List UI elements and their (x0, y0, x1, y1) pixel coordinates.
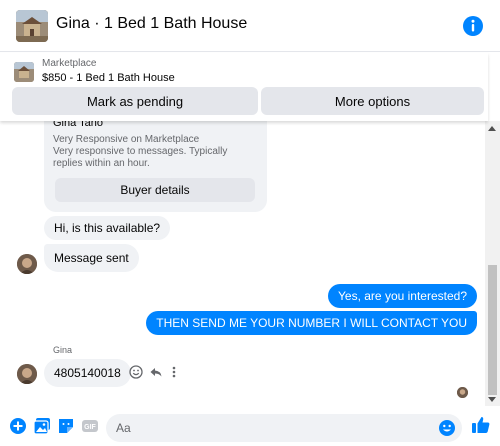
seller-responsiveness: Very Responsive on Marketplace (53, 134, 200, 145)
photo-icon[interactable] (33, 417, 51, 435)
buyer-details-button[interactable]: Buyer details (55, 178, 255, 202)
mark-pending-button[interactable]: Mark as pending (12, 87, 258, 115)
listing-thumbnail[interactable] (16, 10, 48, 42)
scroll-down-arrow[interactable] (488, 397, 496, 402)
message-bubble-incoming[interactable]: Message sent (44, 244, 139, 272)
message-bubble-incoming[interactable]: 4805140018 (44, 359, 131, 387)
avatar[interactable] (17, 364, 37, 384)
listing-title[interactable]: $850 - 1 Bed 1 Bath House (42, 72, 175, 84)
scrollbar-thumb[interactable] (488, 265, 497, 395)
message-bubble-outgoing[interactable]: Yes, are you interested? (328, 284, 477, 308)
message-input-placeholder: Aa (116, 421, 131, 435)
marketplace-label: Marketplace (42, 58, 97, 69)
message-bubble-outgoing[interactable]: THEN SEND ME YOUR NUMBER I WILL CONTACT … (146, 311, 477, 335)
seen-avatar (457, 387, 468, 398)
avatar[interactable] (17, 254, 37, 274)
gif-label: GIF (84, 424, 96, 431)
message-actions (129, 363, 179, 381)
gif-icon[interactable]: GIF (81, 417, 99, 435)
plus-icon[interactable] (9, 417, 27, 435)
message-bubble-incoming[interactable]: Hi, is this available? (44, 216, 171, 240)
reply-icon[interactable] (149, 365, 163, 379)
more-options-button[interactable]: More options (261, 87, 484, 115)
conversation-title[interactable]: Gina · 1 Bed 1 Bath House (56, 15, 247, 33)
chat-header: Gina · 1 Bed 1 Bath House (0, 0, 500, 52)
scroll-up-arrow[interactable] (488, 126, 496, 131)
sticker-icon[interactable] (57, 417, 75, 435)
sender-name: Gina (53, 345, 73, 355)
emoji-icon[interactable] (438, 419, 456, 437)
message-composer: GIF Aa (0, 406, 500, 446)
message-input[interactable]: Aa (106, 414, 462, 442)
seller-profile-card: Gina Tano Very Responsive on Marketplace… (44, 110, 267, 212)
seller-response-time: Very responsive to messages. Typically r… (53, 146, 228, 169)
info-icon[interactable] (462, 15, 484, 37)
listing-small-thumbnail[interactable] (14, 62, 34, 82)
thumbs-up-icon[interactable] (471, 415, 491, 435)
more-vertical-icon[interactable] (169, 365, 179, 379)
scrollbar[interactable] (485, 121, 500, 406)
react-emoji-icon[interactable] (129, 365, 143, 379)
